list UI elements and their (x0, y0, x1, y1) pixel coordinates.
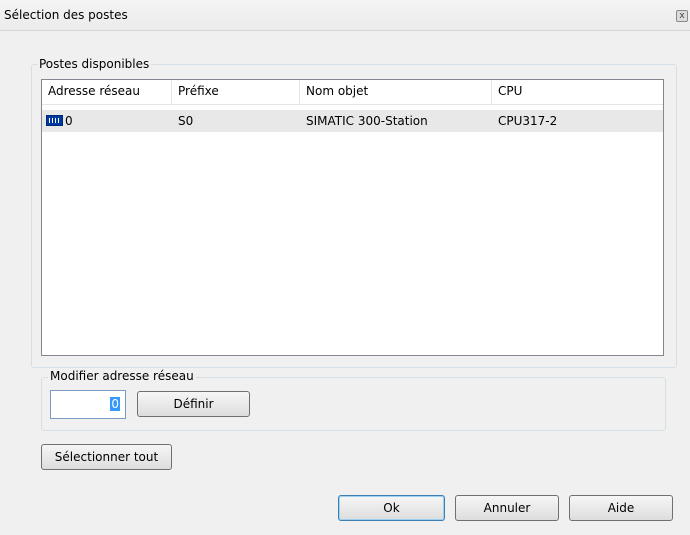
close-button[interactable]: x (676, 10, 688, 22)
station-rack-icon (46, 115, 63, 126)
cell-address-value: 0 (65, 114, 73, 128)
define-button[interactable]: Définir (137, 391, 250, 417)
table-row[interactable]: 0 S0 SIMATIC 300-Station CPU317-2 (42, 110, 663, 132)
column-header-prefix[interactable]: Préfixe (172, 80, 300, 104)
window-title: Sélection des postes (4, 8, 128, 22)
column-header-cpu[interactable]: CPU (492, 80, 663, 104)
cancel-button[interactable]: Annuler (455, 495, 559, 521)
column-header-object-name[interactable]: Nom objet (300, 80, 492, 104)
cell-cpu: CPU317-2 (498, 114, 558, 128)
ok-button[interactable]: Ok (338, 495, 445, 521)
list-header: Adresse réseau Préfixe Nom objet CPU (42, 80, 663, 105)
select-all-button[interactable]: Sélectionner tout (41, 444, 172, 470)
help-button[interactable]: Aide (569, 495, 673, 521)
title-bar: Sélection des postes x (0, 0, 690, 31)
cell-address: 0 (46, 110, 73, 132)
address-group-label: Modifier adresse réseau (48, 369, 196, 383)
cell-prefix: S0 (178, 114, 194, 128)
cell-object-name: SIMATIC 300-Station (306, 114, 428, 128)
close-icon: x (679, 11, 685, 21)
network-address-input[interactable]: 0 (50, 390, 126, 419)
network-address-value: 0 (110, 397, 120, 411)
stations-group-label: Postes disponibles (37, 57, 152, 71)
address-group (41, 377, 666, 431)
stations-list[interactable]: Adresse réseau Préfixe Nom objet CPU 0 S… (41, 79, 664, 356)
column-header-address[interactable]: Adresse réseau (42, 80, 172, 104)
